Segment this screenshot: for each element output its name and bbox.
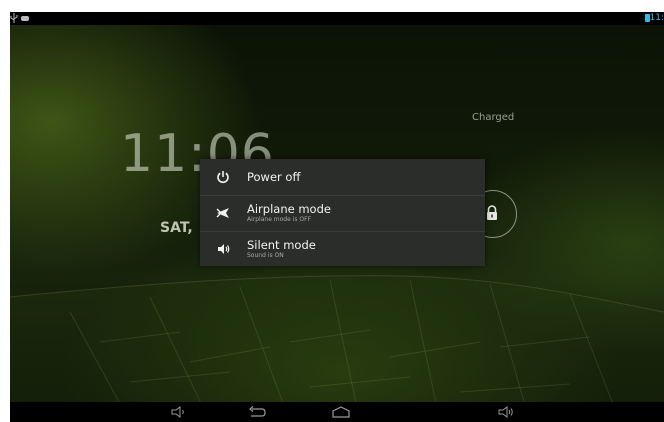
charge-status: Charged (472, 112, 515, 123)
volume-down-icon[interactable] (170, 405, 188, 419)
navigation-bar (10, 402, 664, 422)
status-bar: 11: (10, 12, 664, 25)
status-time: 11: (649, 13, 664, 23)
back-icon[interactable] (248, 405, 266, 419)
airplane-mode-status: Airplane mode is OFF (247, 216, 312, 223)
volume-up-icon[interactable] (498, 405, 516, 419)
power-off-item[interactable]: Power off (200, 159, 485, 196)
silent-mode-status: Sound is ON (247, 251, 284, 259)
lock-icon[interactable] (485, 205, 499, 221)
lockscreen-date: SAT, (160, 220, 193, 236)
power-menu-dialog: Power off Airplane mode Airplane mode is… (200, 159, 485, 266)
power-icon (211, 165, 235, 189)
device-screen: 11: Charged 11:06 SAT, Power off Airplan… (10, 12, 664, 422)
volume-icon (211, 237, 235, 261)
notification-icon (20, 13, 30, 27)
home-icon[interactable] (332, 405, 350, 419)
silent-mode-item[interactable]: Silent mode Sound is ON (200, 231, 485, 266)
airplane-mode-item[interactable]: Airplane mode Airplane mode is OFF (200, 195, 485, 232)
usb-icon (10, 13, 18, 27)
silent-mode-label: Silent mode (247, 237, 316, 252)
airplane-mode-label: Airplane mode (247, 202, 331, 216)
airplane-icon (211, 201, 235, 225)
power-off-label: Power off (247, 170, 301, 184)
